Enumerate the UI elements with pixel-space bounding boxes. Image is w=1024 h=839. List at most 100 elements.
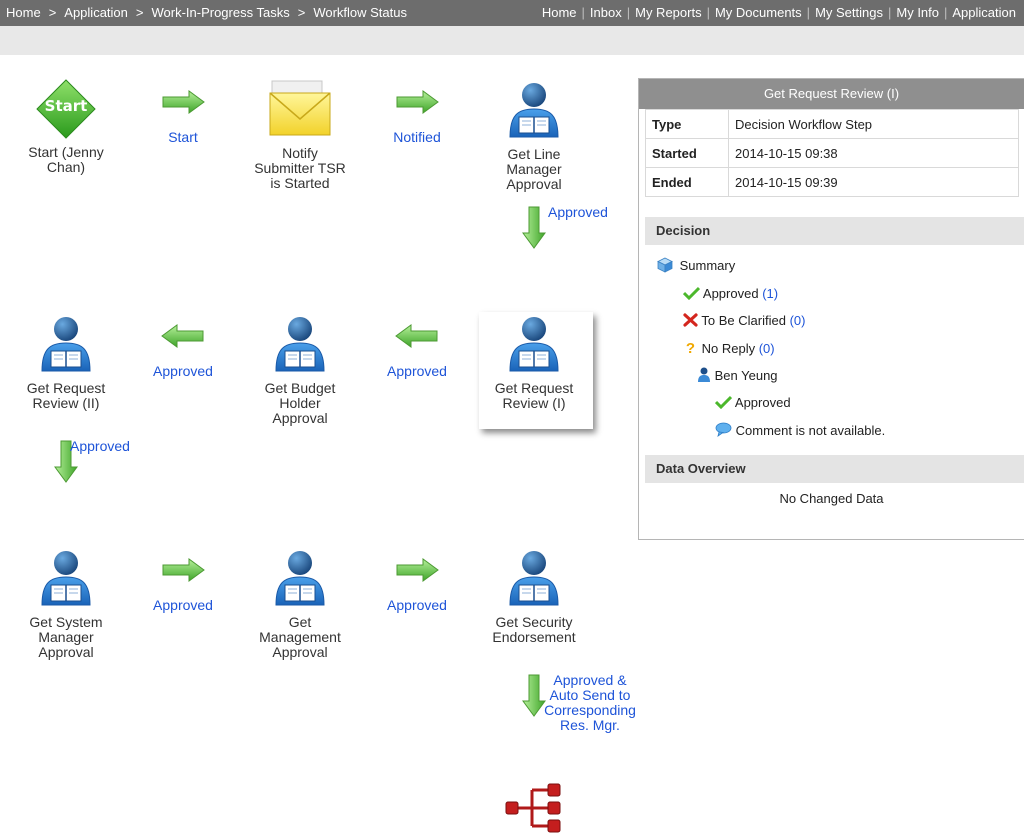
edge-budget-to-review-2: Approved [153, 324, 213, 379]
person-book-icon [36, 547, 96, 607]
node-security[interactable]: Get Security Endorsement [469, 547, 599, 645]
start-icon-text: Start [44, 97, 88, 115]
edge-line-to-review-1: Approved [522, 205, 617, 255]
node-request-review-1[interactable]: Get Request Review (I) [469, 313, 599, 411]
person-book-icon [504, 79, 564, 139]
node-start[interactable]: Start Start (Jenny Chan) [1, 79, 131, 175]
step-info-table: Type Decision Workflow Step Started 2014… [645, 109, 1019, 197]
nav-my-reports[interactable]: My Reports [635, 5, 701, 20]
table-row: Started 2014-10-15 09:38 [645, 138, 1019, 168]
node-notify-submitter[interactable]: Notify Submitter TSR is Started [235, 79, 365, 191]
breadcrumb-workflow-status: Workflow Status [313, 5, 407, 20]
person-book-icon [270, 547, 330, 607]
approved-count[interactable]: (1) [762, 286, 778, 301]
edge-label: Approved [548, 204, 608, 220]
branch-node[interactable] [504, 782, 564, 834]
node-budget-holder[interactable]: Get Budget Holder Approval [235, 313, 365, 426]
nav-home[interactable]: Home [542, 5, 577, 20]
panel-title: Get Request Review (I) [639, 79, 1024, 109]
person-book-icon [504, 313, 564, 373]
edge-label: Approved [387, 363, 447, 379]
person-book-icon [36, 313, 96, 373]
edge-system-to-management: Approved [153, 558, 213, 613]
nav-inbox[interactable]: Inbox [590, 5, 622, 20]
field-value: 2014-10-15 09:39 [728, 167, 1019, 197]
node-management[interactable]: Get Management Approval [235, 547, 365, 660]
table-row: Type Decision Workflow Step [645, 109, 1019, 139]
arrow-left-icon [161, 324, 205, 348]
arrow-right-icon [395, 90, 439, 114]
edge-notify-to-line-manager: Notified [387, 90, 447, 145]
noreply-count[interactable]: (0) [759, 341, 775, 356]
arrow-left-icon [395, 324, 439, 348]
breadcrumb: Home > Application > Work-In-Progress Tasks >… [6, 5, 407, 20]
check-icon [714, 395, 733, 410]
user-icon [698, 367, 710, 382]
question-icon: ? [685, 340, 696, 357]
clarify-count[interactable]: (0) [790, 313, 806, 328]
reviewer-decision-row: Approved [714, 395, 791, 410]
decision-header: Decision [645, 217, 1024, 245]
data-overview-header: Data Overview [645, 455, 1024, 483]
check-icon [682, 286, 701, 301]
nav-my-documents[interactable]: My Documents [715, 5, 802, 20]
node-label: Get Management Approval [259, 614, 341, 660]
cross-icon [683, 313, 698, 327]
node-label: Get Budget Holder Approval [264, 380, 336, 426]
edge-label: Approved [153, 363, 213, 379]
top-nav: Home | Inbox | My Reports | My Documents | My Se… [541, 5, 1016, 20]
envelope-icon [269, 80, 331, 136]
node-label: Get Line Manager Approval [506, 146, 562, 192]
edge-label: Approved [387, 597, 447, 613]
reviewer-comment: Comment is not available. [735, 423, 886, 438]
cube-icon [657, 257, 673, 273]
node-label: Notify Submitter TSR is Started [254, 145, 346, 191]
reviewer-name: Ben Yeung [714, 368, 778, 383]
reviewer-comment-row: Comment is not available. [715, 422, 885, 438]
table-row: Ended 2014-10-15 09:39 [645, 167, 1019, 197]
field-label: Ended [645, 167, 729, 197]
edge-label: Notified [393, 129, 441, 145]
toolbar-strip [0, 26, 1024, 55]
person-book-icon [270, 313, 330, 373]
approved-summary-row[interactable]: Approved (1) [682, 286, 778, 301]
node-label: Start (Jenny Chan) [28, 144, 104, 175]
top-bar: Home > Application > Work-In-Progress Tasks >… [0, 0, 1024, 26]
noreply-label: No Reply [701, 341, 756, 356]
nav-my-settings[interactable]: My Settings [815, 5, 883, 20]
field-label: Type [645, 109, 729, 139]
data-overview-text: No Changed Data [779, 491, 884, 506]
reviewer-decision: Approved [734, 395, 791, 410]
sitemap-icon [505, 783, 561, 833]
clarify-summary-row[interactable]: To Be Clarified (0) [683, 313, 805, 328]
node-request-review-2[interactable]: Get Request Review (II) [1, 313, 131, 411]
edge-start-to-notify: Start [153, 90, 213, 145]
clarify-label: To Be Clarified [701, 313, 786, 328]
node-system-manager[interactable]: Get System Manager Approval [1, 547, 131, 660]
edge-management-to-security: Approved [387, 558, 447, 613]
nav-my-info[interactable]: My Info [896, 5, 939, 20]
edge-label: Approved [70, 438, 130, 454]
noreply-summary-row[interactable]: ? No Reply (0) [683, 340, 775, 357]
field-value: Decision Workflow Step [728, 109, 1019, 139]
node-line-manager[interactable]: Get Line Manager Approval [469, 79, 599, 192]
breadcrumb-application[interactable]: Application [64, 5, 128, 20]
step-detail-panel: Get Request Review (I) Type Decision Wor… [638, 78, 1024, 540]
arrow-down-icon [522, 205, 546, 249]
breadcrumb-wip-tasks[interactable]: Work-In-Progress Tasks [151, 5, 289, 20]
reviewer-row[interactable]: Ben Yeung [697, 367, 778, 383]
field-label: Started [645, 138, 729, 168]
summary-row[interactable]: Summary [657, 257, 735, 273]
node-label: Get Request Review (I) [494, 380, 574, 411]
summary-label: Summary [679, 258, 736, 273]
breadcrumb-home[interactable]: Home [6, 5, 41, 20]
edge-label: Approved & Auto Send to Corresponding Re… [544, 672, 636, 733]
node-label: Get System Manager Approval [29, 614, 103, 660]
node-label: Get Security Endorsement [492, 614, 576, 645]
field-value: 2014-10-15 09:38 [728, 138, 1019, 168]
arrow-right-icon [161, 90, 205, 114]
arrow-right-icon [161, 558, 205, 582]
nav-application[interactable]: Application [952, 5, 1016, 20]
edge-review-2-to-system: Approved [54, 439, 149, 489]
edge-security-to-next: Approved & Auto Send to Corresponding Re… [522, 673, 652, 773]
